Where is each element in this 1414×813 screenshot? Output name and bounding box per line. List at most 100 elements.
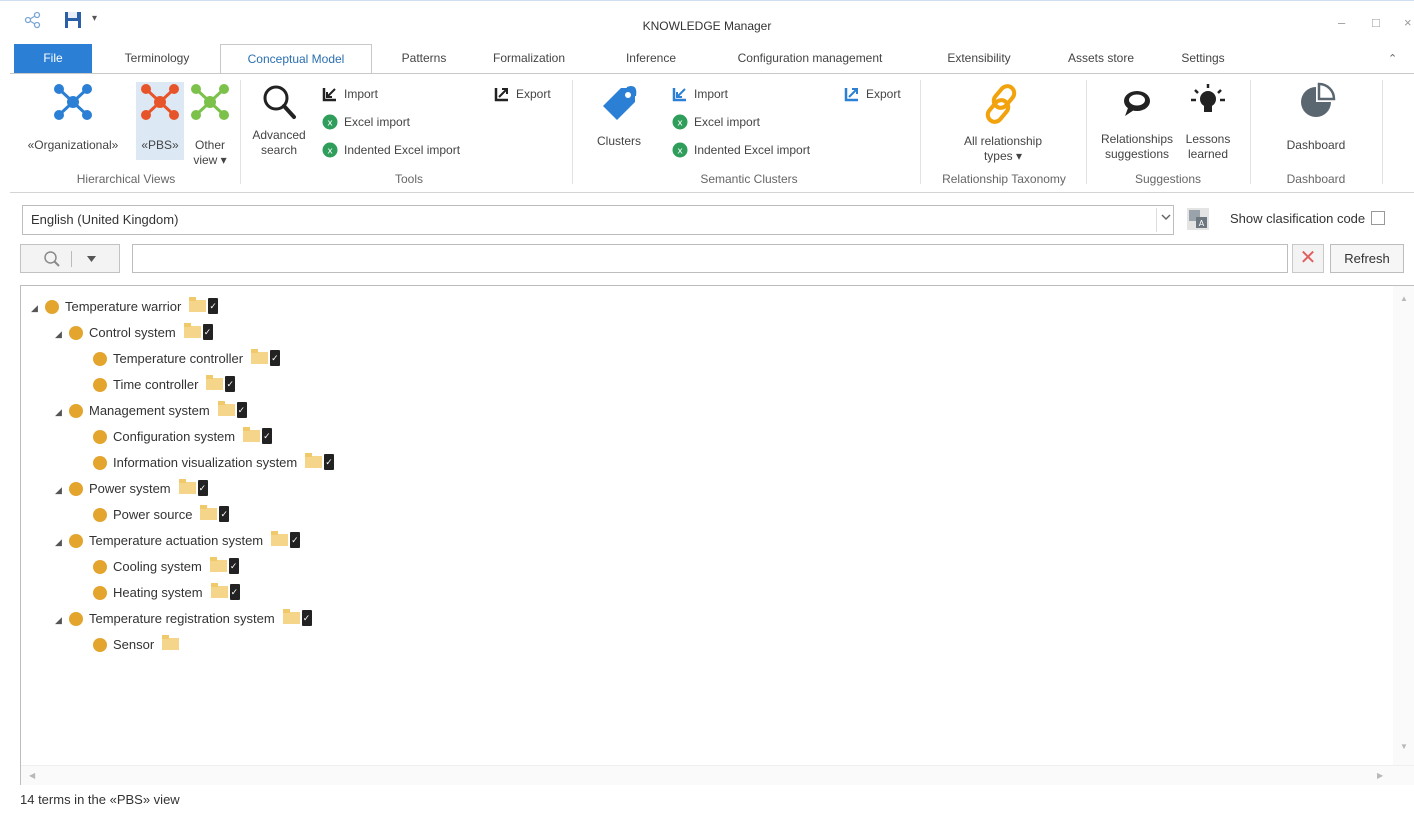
scroll-up-icon[interactable]: ▲: [1400, 294, 1408, 303]
folder-icon[interactable]: [243, 427, 261, 442]
tools-export-button[interactable]: Export: [494, 84, 551, 104]
document-check-icon[interactable]: [236, 402, 247, 418]
tab-assets-store[interactable]: Assets store: [1046, 44, 1156, 74]
tools-indented-excel-import-button[interactable]: x Indented Excel import: [322, 140, 460, 160]
organizational-view-button[interactable]: «Organizational»: [14, 82, 132, 153]
tree-node-label[interactable]: Time controller: [113, 377, 198, 392]
tree-node-label[interactable]: Control system: [89, 325, 176, 340]
minimize-button[interactable]: –: [1338, 15, 1345, 30]
tools-import-button[interactable]: Import: [322, 84, 378, 104]
pbs-view-button[interactable]: «PBS»: [136, 82, 184, 153]
expand-toggle-icon[interactable]: ◢: [55, 323, 69, 345]
advanced-search-button[interactable]: Advanced search: [248, 82, 310, 158]
show-classification-code-toggle[interactable]: Show clasification code: [1230, 211, 1386, 226]
folder-icon[interactable]: [178, 479, 196, 494]
all-relationship-types-button[interactable]: All relationship types ▾: [928, 82, 1078, 164]
document-check-icon[interactable]: [202, 324, 213, 340]
tree-node-label[interactable]: Temperature warrior: [65, 299, 181, 314]
vertical-scrollbar[interactable]: ▲ ▼: [1393, 286, 1414, 766]
folder-icon[interactable]: [305, 453, 323, 468]
document-check-icon[interactable]: [270, 350, 281, 366]
other-view-button[interactable]: Other view ▾: [186, 82, 234, 168]
search-options-button[interactable]: [20, 244, 120, 273]
document-check-icon[interactable]: [290, 532, 301, 548]
language-select[interactable]: English (United Kingdom): [22, 205, 1174, 235]
document-check-icon[interactable]: [228, 558, 239, 574]
tree-node[interactable]: Heating system: [79, 582, 240, 604]
folder-icon[interactable]: [206, 375, 224, 390]
tree-node-label[interactable]: Temperature registration system: [89, 611, 275, 626]
maximize-button[interactable]: □: [1372, 15, 1380, 30]
document-check-icon[interactable]: [324, 454, 335, 470]
search-input[interactable]: [132, 244, 1288, 273]
tree-node-label[interactable]: Temperature actuation system: [89, 533, 263, 548]
tree-node-label[interactable]: Power system: [89, 481, 171, 496]
document-check-icon[interactable]: [301, 610, 312, 626]
tab-file[interactable]: File: [14, 44, 92, 74]
clusters-excel-import-button[interactable]: x Excel import: [672, 112, 760, 132]
collapse-ribbon-icon[interactable]: ⌃: [1388, 52, 1397, 65]
tree-node[interactable]: Temperature controller: [79, 348, 281, 370]
folder-icon[interactable]: [162, 635, 180, 650]
show-classification-code-checkbox[interactable]: [1371, 211, 1386, 225]
folder-icon[interactable]: [200, 505, 218, 520]
document-check-icon[interactable]: [262, 428, 273, 444]
tree-node[interactable]: ◢ Temperature registration system: [55, 608, 312, 630]
tree-node-label[interactable]: Configuration system: [113, 429, 235, 444]
tab-conceptual-model[interactable]: Conceptual Model: [220, 44, 372, 75]
clusters-button[interactable]: Clusters: [588, 82, 650, 149]
scroll-right-icon[interactable]: ▶: [1377, 771, 1383, 780]
tree-node[interactable]: Power source: [79, 504, 230, 526]
tree-node[interactable]: ◢ Management system: [55, 400, 247, 422]
folder-icon[interactable]: [217, 401, 235, 416]
tree-node-label[interactable]: Management system: [89, 403, 210, 418]
pbs-tree-view[interactable]: ◢ Temperature warrior ◢ Control system Tempe…: [20, 285, 1414, 785]
tab-configuration-management[interactable]: Configuration management: [712, 44, 908, 74]
folder-icon[interactable]: [210, 583, 228, 598]
tree-node[interactable]: Information visualization system: [79, 452, 335, 474]
clear-search-button[interactable]: ✕: [1292, 244, 1324, 273]
translate-icon[interactable]: A: [1186, 207, 1210, 234]
tab-formalization[interactable]: Formalization: [474, 44, 584, 74]
tab-terminology[interactable]: Terminology: [106, 44, 208, 74]
tab-patterns[interactable]: Patterns: [384, 44, 464, 74]
expand-toggle-icon[interactable]: ◢: [55, 609, 69, 631]
scroll-down-icon[interactable]: ▼: [1400, 742, 1408, 751]
tree-node[interactable]: Time controller: [79, 374, 236, 396]
tree-node[interactable]: ◢ Temperature actuation system: [55, 530, 301, 553]
close-button[interactable]: ×: [1404, 15, 1412, 30]
expand-toggle-icon[interactable]: ◢: [55, 401, 69, 423]
tree-node-label[interactable]: Power source: [113, 507, 192, 522]
folder-icon[interactable]: [282, 609, 300, 624]
tools-excel-import-button[interactable]: x Excel import: [322, 112, 410, 132]
document-check-icon[interactable]: [225, 376, 236, 392]
tree-node-label[interactable]: Temperature controller: [113, 351, 243, 366]
tab-inference[interactable]: Inference: [606, 44, 696, 74]
folder-icon[interactable]: [209, 557, 227, 572]
lessons-learned-button[interactable]: Lessons learned: [1182, 82, 1234, 162]
tree-node-label[interactable]: Cooling system: [113, 559, 202, 574]
tree-node[interactable]: ◢ Control system: [55, 322, 213, 344]
tree-node[interactable]: ◢ Temperature warrior: [31, 296, 219, 319]
expand-toggle-icon[interactable]: ◢: [55, 479, 69, 501]
folder-icon[interactable]: [271, 531, 289, 546]
folder-icon[interactable]: [183, 323, 201, 338]
scroll-left-icon[interactable]: ◀: [29, 771, 35, 780]
tree-node-label[interactable]: Information visualization system: [113, 455, 297, 470]
document-check-icon[interactable]: [197, 480, 208, 496]
clusters-indented-excel-import-button[interactable]: x Indented Excel import: [672, 140, 810, 160]
document-check-icon[interactable]: [208, 298, 219, 314]
tree-node[interactable]: Sensor: [79, 634, 180, 656]
chevron-down-icon[interactable]: [1156, 208, 1174, 232]
tree-node[interactable]: Cooling system: [79, 556, 239, 578]
folder-icon[interactable]: [251, 349, 269, 364]
tree-node-label[interactable]: Sensor: [113, 637, 154, 652]
relationships-suggestions-button[interactable]: Relationships suggestions: [1092, 82, 1182, 162]
tree-node[interactable]: ◢ Power system: [55, 478, 208, 500]
tree-node-label[interactable]: Heating system: [113, 585, 203, 600]
document-check-icon[interactable]: [229, 584, 240, 600]
clusters-export-button[interactable]: Export: [844, 84, 901, 104]
expand-toggle-icon[interactable]: ◢: [31, 297, 45, 319]
expand-toggle-icon[interactable]: ◢: [55, 531, 69, 553]
tab-settings[interactable]: Settings: [1166, 44, 1240, 74]
